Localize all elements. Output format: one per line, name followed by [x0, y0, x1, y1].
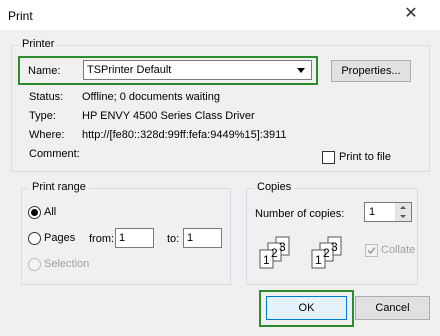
- printer-name-dropdown[interactable]: TSPrinter Default: [83, 60, 312, 80]
- close-icon[interactable]: ✕: [403, 6, 419, 22]
- type-value: HP ENVY 4500 Series Class Driver: [82, 110, 255, 122]
- spin-up-icon[interactable]: [395, 203, 411, 212]
- copies-label: Copies: [254, 181, 295, 193]
- properties-button[interactable]: Properties...: [331, 60, 411, 82]
- type-label: Type:: [29, 110, 56, 122]
- selection-label[interactable]: Selection: [44, 258, 89, 270]
- from-label: from:: [89, 233, 115, 245]
- status-label: Status:: [29, 91, 64, 103]
- name-label: Name:: [28, 65, 61, 77]
- collate-digit-2b: 2: [323, 246, 330, 260]
- collate-checkbox[interactable]: [365, 244, 378, 257]
- to-label: to:: [167, 233, 180, 245]
- where-label: Where:: [29, 129, 65, 141]
- comment-label: Comment:: [29, 148, 80, 160]
- copies-value: 1: [369, 206, 376, 218]
- check-icon: [367, 246, 376, 255]
- status-value: Offline; 0 documents waiting: [82, 91, 220, 103]
- collate-digit-3: 3: [279, 240, 286, 254]
- collate-digit-1: 1: [263, 253, 270, 267]
- print-range-label: Print range: [29, 181, 89, 193]
- from-input[interactable]: 1: [115, 228, 154, 248]
- printer-group-label: Printer: [19, 38, 58, 50]
- spin-down-icon[interactable]: [395, 212, 411, 221]
- where-value: http://[fe80::328d:99ff:fefa:9449%15]:39…: [82, 129, 287, 141]
- all-radio[interactable]: [28, 206, 41, 219]
- pages-label[interactable]: Pages: [44, 232, 75, 244]
- pages-radio[interactable]: [28, 232, 41, 245]
- window-title: Print: [8, 9, 33, 23]
- ok-button[interactable]: OK: [266, 296, 347, 320]
- copies-spinner[interactable]: 1: [364, 202, 412, 222]
- all-label[interactable]: All: [44, 206, 56, 218]
- print-to-file-checkbox[interactable]: [322, 151, 335, 164]
- collate-digit-3b: 3: [331, 240, 338, 254]
- cancel-button[interactable]: Cancel: [355, 296, 430, 320]
- to-input[interactable]: 1: [183, 228, 222, 248]
- print-dialog: Print ✕ Printer Name: TSPrinter Default …: [0, 0, 440, 336]
- spinner-buttons[interactable]: [395, 203, 411, 221]
- collate-label[interactable]: Collate: [381, 244, 415, 256]
- chevron-down-icon: [297, 68, 305, 73]
- collate-digit-2: 2: [271, 246, 278, 260]
- title-bar[interactable]: Print ✕: [0, 0, 440, 30]
- radio-dot: [31, 209, 38, 216]
- print-to-file-label[interactable]: Print to file: [339, 151, 391, 163]
- printer-name-value: TSPrinter Default: [87, 64, 172, 76]
- collate-icon: 3 2 1 3 2 1: [258, 234, 358, 274]
- selection-radio[interactable]: [28, 258, 41, 271]
- collate-digit-1b: 1: [315, 253, 322, 267]
- number-of-copies-label: Number of copies:: [255, 208, 345, 220]
